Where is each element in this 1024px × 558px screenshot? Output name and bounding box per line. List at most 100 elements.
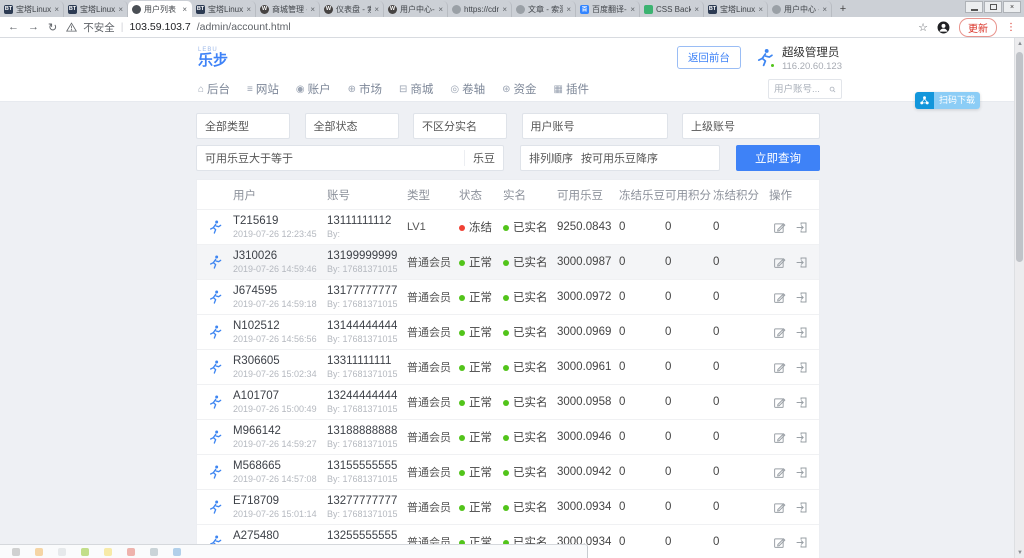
search-icon[interactable] bbox=[829, 85, 836, 94]
tab-close-icon[interactable]: × bbox=[182, 5, 187, 14]
profile-avatar-icon[interactable] bbox=[937, 21, 950, 34]
realname-cell: 已实名 bbox=[503, 219, 557, 235]
browser-tab[interactable]: CSS Backgro× bbox=[640, 1, 704, 17]
tab-close-icon[interactable]: × bbox=[758, 5, 763, 14]
forward-icon[interactable]: → bbox=[28, 21, 39, 33]
login-as-user-button[interactable] bbox=[795, 256, 808, 269]
scroll-down-arrow[interactable]: ▼ bbox=[1015, 547, 1024, 558]
nav-item-plugin[interactable]: ▦插件 bbox=[554, 81, 589, 97]
tab-close-icon[interactable]: × bbox=[822, 5, 827, 14]
floating-download-badge[interactable]: 扫码下载 bbox=[915, 92, 980, 109]
reload-icon[interactable]: ↻ bbox=[48, 21, 57, 34]
tab-close-icon[interactable]: × bbox=[374, 5, 379, 14]
ledou-filter-input[interactable] bbox=[301, 147, 464, 169]
edit-user-button[interactable] bbox=[773, 361, 786, 374]
nav-item-funds[interactable]: ⊛资金 bbox=[502, 81, 536, 97]
nav-item-scroll[interactable]: ◎卷轴 bbox=[450, 81, 485, 97]
browser-tab[interactable]: 百百度翻译-20× bbox=[576, 1, 640, 17]
browser-tab[interactable]: BT宝塔Linux面板× bbox=[64, 1, 128, 17]
login-as-user-button[interactable] bbox=[795, 221, 808, 234]
browser-tab[interactable]: BT宝塔Linux面板× bbox=[0, 1, 64, 17]
realname-select[interactable]: 不区分实名 bbox=[413, 113, 507, 139]
update-button[interactable]: 更新 bbox=[959, 18, 997, 37]
login-as-user-button[interactable] bbox=[795, 501, 808, 514]
taskbar-icon[interactable] bbox=[58, 548, 66, 556]
nav-item-account[interactable]: ◉账户 bbox=[296, 81, 331, 97]
bookmark-star-icon[interactable]: ☆ bbox=[918, 21, 928, 34]
frozen-points-cell: 0 bbox=[713, 326, 769, 338]
scrollbar-thumb[interactable] bbox=[1016, 52, 1023, 262]
browser-tab[interactable]: BT宝塔Linux面板× bbox=[704, 1, 768, 17]
browser-menu-icon[interactable]: ⋮ bbox=[1006, 22, 1016, 33]
user-runner-icon bbox=[207, 254, 223, 270]
login-as-user-button[interactable] bbox=[795, 536, 808, 549]
login-as-user-button[interactable] bbox=[795, 431, 808, 444]
search-submit-button[interactable]: 立即查询 bbox=[736, 145, 820, 171]
tab-close-icon[interactable]: × bbox=[118, 5, 123, 14]
back-icon[interactable]: ← bbox=[8, 21, 19, 33]
tab-close-icon[interactable]: × bbox=[246, 5, 251, 14]
new-tab-button[interactable]: + bbox=[832, 1, 854, 17]
login-as-user-button[interactable] bbox=[795, 361, 808, 374]
taskbar-icon[interactable] bbox=[150, 548, 158, 556]
tab-close-icon[interactable]: × bbox=[566, 5, 571, 14]
browser-tab[interactable]: W商城管理 - 索× bbox=[256, 1, 320, 17]
back-to-front-button[interactable]: 返回前台 bbox=[677, 46, 741, 69]
parent-filter-input[interactable] bbox=[743, 115, 819, 137]
edit-user-button[interactable] bbox=[773, 536, 786, 549]
admin-name: 超级管理员 bbox=[782, 44, 842, 60]
edit-user-button[interactable] bbox=[773, 256, 786, 269]
login-as-user-button[interactable] bbox=[795, 326, 808, 339]
tab-close-icon[interactable]: × bbox=[54, 5, 59, 14]
login-as-user-button[interactable] bbox=[795, 291, 808, 304]
nav-item-mall[interactable]: ⊟商城 bbox=[399, 81, 433, 97]
type-select[interactable]: 全部类型 bbox=[196, 113, 290, 139]
tab-close-icon[interactable]: × bbox=[438, 5, 443, 14]
nav-item-market[interactable]: ⊕市场 bbox=[348, 81, 382, 97]
nav-item-backstage[interactable]: ⌂后台 bbox=[198, 81, 230, 97]
site-logo[interactable]: LEBU 乐步 bbox=[198, 47, 228, 69]
nav-item-website[interactable]: ≡网站 bbox=[247, 81, 279, 97]
tab-close-icon[interactable]: × bbox=[502, 5, 507, 14]
tab-close-icon[interactable]: × bbox=[310, 5, 315, 14]
browser-tab[interactable]: https://cdn...× bbox=[448, 1, 512, 17]
login-as-user-button[interactable] bbox=[795, 396, 808, 409]
tab-favicon-page bbox=[132, 5, 141, 14]
login-as-user-button[interactable] bbox=[795, 466, 808, 479]
status-select[interactable]: 全部状态 bbox=[305, 113, 399, 139]
taskbar-icon[interactable] bbox=[12, 548, 20, 556]
taskbar-icon[interactable] bbox=[127, 548, 135, 556]
tab-close-icon[interactable]: × bbox=[694, 5, 699, 14]
close-window-button[interactable]: × bbox=[1003, 1, 1021, 13]
browser-tab[interactable]: BT宝塔Linux面板× bbox=[192, 1, 256, 17]
browser-tab[interactable]: 文章 - 索测网× bbox=[512, 1, 576, 17]
order-select[interactable]: 按可用乐豆降序 bbox=[581, 150, 658, 166]
admin-profile[interactable]: 超级管理员 116.20.60.123 bbox=[754, 44, 842, 72]
taskbar-icon[interactable] bbox=[35, 548, 43, 556]
taskbar-icon[interactable] bbox=[81, 548, 89, 556]
browser-tab[interactable]: 用户中心 - 首× bbox=[768, 1, 832, 17]
maximize-button[interactable] bbox=[984, 1, 1002, 13]
page-scrollbar[interactable]: ▲ ▼ bbox=[1014, 38, 1024, 558]
account-cell: 13311111111By: 17681371015 bbox=[327, 355, 407, 379]
realname-dot bbox=[503, 505, 509, 511]
browser-tab[interactable]: W用户中心-索测× bbox=[384, 1, 448, 17]
browser-tab[interactable]: W仪表盘 - 索测× bbox=[320, 1, 384, 17]
url-field[interactable]: 不安全 | 103.59.103.7/admin/account.html bbox=[66, 20, 291, 35]
edit-user-button[interactable] bbox=[773, 326, 786, 339]
edit-user-button[interactable] bbox=[773, 466, 786, 479]
edit-user-button[interactable] bbox=[773, 431, 786, 444]
type-cell: 普通会员 bbox=[407, 429, 459, 445]
edit-user-button[interactable] bbox=[773, 221, 786, 234]
taskbar-icon[interactable] bbox=[104, 548, 112, 556]
nav-search-input[interactable] bbox=[774, 84, 826, 95]
browser-tab[interactable]: 用户列表× bbox=[128, 1, 192, 17]
scroll-up-arrow[interactable]: ▲ bbox=[1015, 38, 1024, 49]
taskbar-icon[interactable] bbox=[173, 548, 181, 556]
edit-user-button[interactable] bbox=[773, 396, 786, 409]
edit-user-button[interactable] bbox=[773, 501, 786, 514]
account-filter-input[interactable] bbox=[583, 115, 667, 137]
minimize-button[interactable] bbox=[965, 1, 983, 13]
edit-user-button[interactable] bbox=[773, 291, 786, 304]
tab-close-icon[interactable]: × bbox=[630, 5, 635, 14]
